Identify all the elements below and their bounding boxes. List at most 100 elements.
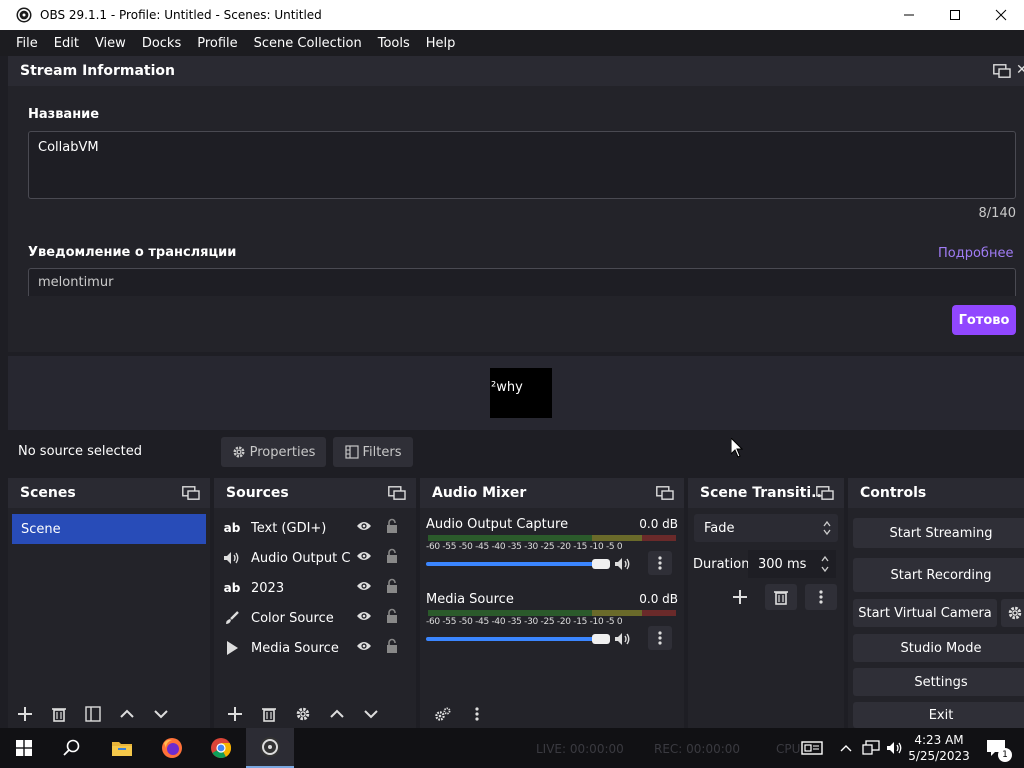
notification-field[interactable]: melontimur (28, 268, 1016, 296)
obs-taskbar-button[interactable] (246, 728, 294, 768)
eye-icon[interactable] (356, 520, 372, 532)
speaker-icon[interactable] (614, 632, 632, 646)
plus-icon (228, 707, 242, 721)
show-hidden-icons-button[interactable] (836, 728, 856, 768)
add-source-button[interactable] (218, 701, 252, 727)
kebab-icon (658, 631, 662, 645)
source-item-color[interactable]: Color Source (222, 604, 412, 632)
float-dock-icon[interactable] (388, 486, 406, 500)
menu-help[interactable]: Help (418, 36, 464, 51)
search-button[interactable] (48, 728, 96, 768)
source-item-text[interactable]: ab Text (GDI+) (222, 514, 412, 542)
notification-count-badge: 1 (998, 748, 1012, 762)
volume-slider[interactable] (426, 559, 610, 569)
notifications-button[interactable]: 1 (976, 728, 1016, 768)
gear-icon (233, 446, 245, 458)
virtual-camera-settings-button[interactable] (1001, 599, 1024, 627)
cpu-status: CPU (776, 742, 801, 756)
advanced-audio-button[interactable] (426, 701, 460, 727)
up-down-arrows-icon[interactable] (820, 555, 830, 573)
studio-mode-button[interactable]: Studio Mode (853, 634, 1024, 662)
start-virtual-camera-button[interactable]: Start Virtual Camera (853, 599, 997, 627)
remove-scene-button[interactable] (42, 701, 76, 727)
close-dock-icon[interactable]: ✕ (1016, 62, 1024, 78)
lock-icon[interactable] (386, 518, 398, 534)
maximize-button[interactable] (932, 0, 978, 30)
float-dock-icon[interactable] (656, 486, 674, 500)
remove-source-button[interactable] (252, 701, 286, 727)
eye-icon[interactable] (356, 640, 372, 652)
firefox-button[interactable] (148, 728, 196, 768)
lock-icon[interactable] (386, 548, 398, 564)
channel-menu-button[interactable] (648, 551, 672, 575)
exit-button[interactable]: Exit (853, 702, 1024, 728)
menu-tools[interactable]: Tools (370, 36, 418, 51)
volume-slider[interactable] (426, 634, 610, 644)
transition-menu-button[interactable] (805, 584, 837, 610)
up-down-arrows-icon (823, 520, 831, 536)
lock-icon[interactable] (386, 638, 398, 654)
filters-button[interactable]: Filters (333, 437, 413, 467)
menu-profile[interactable]: Profile (189, 36, 245, 51)
scene-transitions-header: Scene Transiti... (688, 478, 844, 508)
lock-icon[interactable] (386, 578, 398, 594)
add-scene-button[interactable] (8, 701, 42, 727)
settings-button[interactable]: Settings (853, 668, 1024, 696)
move-source-down-button[interactable] (354, 701, 388, 727)
menu-edit[interactable]: Edit (46, 36, 87, 51)
speaker-icon[interactable] (614, 557, 632, 571)
clock-date: 5/25/2023 (908, 749, 970, 763)
source-item-2023[interactable]: ab 2023 (222, 574, 412, 602)
system-clock[interactable]: 4:23 AM 5/25/2023 (904, 732, 974, 764)
eye-icon[interactable] (356, 550, 372, 562)
preview-text: ²why (491, 380, 523, 395)
source-item-audio-output[interactable]: Audio Output Capture (222, 544, 412, 572)
minimize-button[interactable] (886, 0, 932, 30)
network-button[interactable] (860, 728, 882, 768)
mixer-menu-button[interactable] (460, 701, 494, 727)
chrome-button[interactable] (197, 728, 245, 768)
duration-spinbox[interactable]: 300 ms (748, 550, 836, 578)
volume-meter (428, 535, 676, 541)
kebab-icon (819, 590, 823, 604)
remove-transition-button[interactable] (765, 584, 797, 610)
source-item-media[interactable]: Media Source (222, 634, 412, 662)
move-source-up-button[interactable] (320, 701, 354, 727)
scene-filters-button[interactable] (76, 701, 110, 727)
channel-menu-button[interactable] (648, 626, 672, 650)
start-button[interactable] (0, 728, 48, 768)
eye-icon[interactable] (356, 610, 372, 622)
float-dock-icon[interactable] (993, 64, 1011, 78)
move-scene-up-button[interactable] (110, 701, 144, 727)
properties-button[interactable]: Properties (221, 437, 326, 467)
plus-icon (18, 707, 32, 721)
start-streaming-button[interactable]: Start Streaming (853, 518, 1024, 548)
preview-area[interactable]: ²why (8, 356, 1024, 430)
channel-db: 0.0 dB (639, 517, 678, 531)
more-info-link[interactable]: Подробнее (938, 246, 1013, 261)
stream-name-field[interactable]: CollabVM (28, 131, 1016, 199)
float-dock-icon[interactable] (182, 486, 200, 500)
eye-icon[interactable] (356, 580, 372, 592)
menu-file[interactable]: File (8, 36, 46, 51)
lock-icon[interactable] (386, 608, 398, 624)
menu-view[interactable]: View (87, 36, 134, 51)
menu-scene-collection[interactable]: Scene Collection (246, 36, 370, 51)
speaker-icon (887, 742, 902, 754)
preview-canvas[interactable]: ²why (490, 368, 552, 418)
source-properties-button[interactable] (286, 701, 320, 727)
close-button[interactable] (978, 0, 1024, 30)
volume-button[interactable] (884, 728, 906, 768)
start-recording-button[interactable]: Start Recording (853, 558, 1024, 592)
float-dock-icon[interactable] (816, 486, 834, 500)
scene-list-item[interactable]: Scene (12, 514, 206, 544)
done-button[interactable]: Готово (952, 305, 1016, 335)
menu-docks[interactable]: Docks (134, 36, 189, 51)
notification-value: melontimur (38, 275, 114, 290)
add-transition-button[interactable] (724, 584, 756, 610)
meter-scale: -60 -55 -50 -45 -40 -35 -30 -25 -20 -15 … (426, 542, 623, 552)
file-explorer-button[interactable] (98, 728, 146, 768)
task-view-button[interactable] (798, 728, 826, 768)
move-scene-down-button[interactable] (144, 701, 178, 727)
transition-select[interactable]: Fade (694, 514, 838, 542)
